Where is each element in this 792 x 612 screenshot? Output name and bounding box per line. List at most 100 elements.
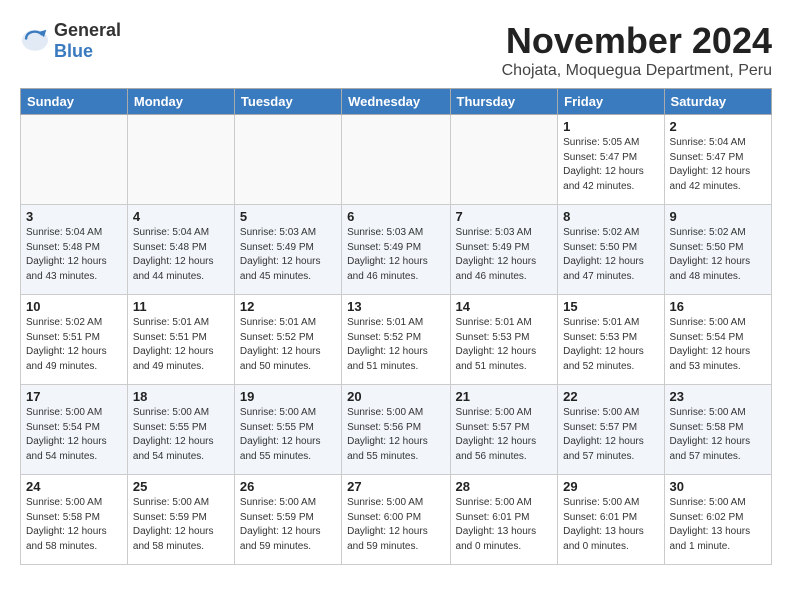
weekday-header-saturday: Saturday (664, 89, 771, 115)
calendar-cell: 1Sunrise: 5:05 AM Sunset: 5:47 PM Daylig… (558, 115, 664, 205)
day-number: 14 (456, 299, 553, 314)
calendar-cell: 23 Sunrise: 5:00 AM Sunset: 5:58 PM Dayli… (664, 385, 771, 475)
calendar-cell: 11 Sunrise: 5:01 AM Sunset: 5:51 PM Dayli… (127, 295, 234, 385)
day-number: 19 (240, 389, 336, 404)
day-number: 28 (456, 479, 553, 494)
day-info: Sunrise: 5:02 AM Sunset: 5:50 PM Dayligh… (563, 226, 658, 284)
calendar-cell: 14 Sunrise: 5:01 AM Sunset: 5:53 PM Dayli… (450, 295, 558, 385)
calendar-cell: 29Sunrise: 5:00 AM Sunset: 6:01 PM Dayli… (558, 475, 664, 565)
logo-blue-text: Blue (54, 41, 93, 61)
day-info: Sunrise: 5:00 AM Sunset: 5:56 PM Dayligh… (347, 406, 444, 464)
calendar-cell: 19Sunrise: 5:00 AM Sunset: 5:55 PM Dayli… (234, 385, 341, 475)
day-info: Sunrise: 5:01 AM Sunset: 5:53 PM Dayligh… (456, 316, 553, 374)
day-number: 11 (133, 299, 229, 314)
calendar-cell: 15 Sunrise: 5:01 AM Sunset: 5:53 PM Dayli… (558, 295, 664, 385)
day-info: Sunrise: 5:00 AM Sunset: 5:58 PM Dayligh… (670, 406, 766, 464)
day-number: 10 (26, 299, 122, 314)
day-info: Sunrise: 5:00 AM Sunset: 6:02 PM Dayligh… (670, 496, 766, 554)
day-number: 21 (456, 389, 553, 404)
day-info: Sunrise: 5:03 AM Sunset: 5:49 PM Dayligh… (347, 226, 444, 284)
calendar-week-row: 1Sunrise: 5:05 AM Sunset: 5:47 PM Daylig… (21, 115, 772, 205)
weekday-header-sunday: Sunday (21, 89, 128, 115)
logo-icon (20, 26, 50, 56)
weekday-header-monday: Monday (127, 89, 234, 115)
calendar-cell: 12 Sunrise: 5:01 AM Sunset: 5:52 PM Dayli… (234, 295, 341, 385)
calendar-cell: 25Sunrise: 5:00 AM Sunset: 5:59 PM Dayli… (127, 475, 234, 565)
day-number: 9 (670, 209, 766, 224)
calendar-cell (127, 115, 234, 205)
calendar-cell: 30 Sunrise: 5:00 AM Sunset: 6:02 PM Dayli… (664, 475, 771, 565)
day-number: 30 (670, 479, 766, 494)
day-info: Sunrise: 5:01 AM Sunset: 5:52 PM Dayligh… (347, 316, 444, 374)
weekday-header-wednesday: Wednesday (342, 89, 450, 115)
day-number: 5 (240, 209, 336, 224)
calendar-cell: 28 Sunrise: 5:00 AM Sunset: 6:01 PM Dayli… (450, 475, 558, 565)
calendar-cell: 20 Sunrise: 5:00 AM Sunset: 5:56 PM Dayli… (342, 385, 450, 475)
calendar-cell (21, 115, 128, 205)
day-number: 22 (563, 389, 658, 404)
calendar-cell: 9 Sunrise: 5:02 AM Sunset: 5:50 PM Daylig… (664, 205, 771, 295)
title-block: November 2024 Chojata, Moquegua Departme… (502, 20, 772, 80)
day-info: Sunrise: 5:00 AM Sunset: 5:55 PM Dayligh… (133, 406, 229, 464)
day-number: 6 (347, 209, 444, 224)
day-number: 20 (347, 389, 444, 404)
calendar-cell: 26 Sunrise: 5:00 AM Sunset: 5:59 PM Dayli… (234, 475, 341, 565)
weekday-header-friday: Friday (558, 89, 664, 115)
weekday-header-thursday: Thursday (450, 89, 558, 115)
day-info: Sunrise: 5:04 AM Sunset: 5:48 PM Dayligh… (26, 226, 122, 284)
calendar-week-row: 10 Sunrise: 5:02 AM Sunset: 5:51 PM Dayli… (21, 295, 772, 385)
calendar-cell: 2Sunrise: 5:04 AM Sunset: 5:47 PM Daylig… (664, 115, 771, 205)
logo: General Blue (20, 20, 121, 62)
day-number: 18 (133, 389, 229, 404)
calendar-table: SundayMondayTuesdayWednesdayThursdayFrid… (20, 88, 772, 565)
day-info: Sunrise: 5:04 AM Sunset: 5:47 PM Dayligh… (670, 136, 766, 194)
day-number: 8 (563, 209, 658, 224)
header: General Blue November 2024 Chojata, Moqu… (20, 20, 772, 80)
day-info: Sunrise: 5:00 AM Sunset: 6:00 PM Dayligh… (347, 496, 444, 554)
day-info: Sunrise: 5:00 AM Sunset: 5:57 PM Dayligh… (563, 406, 658, 464)
day-number: 7 (456, 209, 553, 224)
calendar-cell: 17 Sunrise: 5:00 AM Sunset: 5:54 PM Dayli… (21, 385, 128, 475)
calendar-cell: 13 Sunrise: 5:01 AM Sunset: 5:52 PM Dayli… (342, 295, 450, 385)
day-number: 3 (26, 209, 122, 224)
calendar-cell: 10 Sunrise: 5:02 AM Sunset: 5:51 PM Dayli… (21, 295, 128, 385)
calendar-week-row: 24Sunrise: 5:00 AM Sunset: 5:58 PM Dayli… (21, 475, 772, 565)
calendar-week-row: 3 Sunrise: 5:04 AM Sunset: 5:48 PM Daylig… (21, 205, 772, 295)
calendar-cell: 7 Sunrise: 5:03 AM Sunset: 5:49 PM Daylig… (450, 205, 558, 295)
month-year-title: November 2024 (502, 20, 772, 62)
day-info: Sunrise: 5:02 AM Sunset: 5:51 PM Dayligh… (26, 316, 122, 374)
weekday-header-tuesday: Tuesday (234, 89, 341, 115)
day-number: 17 (26, 389, 122, 404)
calendar-cell: 4Sunrise: 5:04 AM Sunset: 5:48 PM Daylig… (127, 205, 234, 295)
calendar-cell (450, 115, 558, 205)
day-info: Sunrise: 5:00 AM Sunset: 5:54 PM Dayligh… (26, 406, 122, 464)
calendar-cell: 24Sunrise: 5:00 AM Sunset: 5:58 PM Dayli… (21, 475, 128, 565)
calendar-cell: 16Sunrise: 5:00 AM Sunset: 5:54 PM Dayli… (664, 295, 771, 385)
day-info: Sunrise: 5:00 AM Sunset: 5:59 PM Dayligh… (240, 496, 336, 554)
day-number: 1 (563, 119, 658, 134)
calendar-cell: 18 Sunrise: 5:00 AM Sunset: 5:55 PM Dayli… (127, 385, 234, 475)
day-number: 26 (240, 479, 336, 494)
day-info: Sunrise: 5:00 AM Sunset: 6:01 PM Dayligh… (563, 496, 658, 554)
day-number: 25 (133, 479, 229, 494)
location-subtitle: Chojata, Moquegua Department, Peru (502, 62, 772, 80)
day-info: Sunrise: 5:01 AM Sunset: 5:53 PM Dayligh… (563, 316, 658, 374)
day-info: Sunrise: 5:02 AM Sunset: 5:50 PM Dayligh… (670, 226, 766, 284)
calendar-cell: 3 Sunrise: 5:04 AM Sunset: 5:48 PM Daylig… (21, 205, 128, 295)
day-info: Sunrise: 5:01 AM Sunset: 5:52 PM Dayligh… (240, 316, 336, 374)
day-number: 12 (240, 299, 336, 314)
day-info: Sunrise: 5:03 AM Sunset: 5:49 PM Dayligh… (456, 226, 553, 284)
day-number: 15 (563, 299, 658, 314)
calendar-cell: 8 Sunrise: 5:02 AM Sunset: 5:50 PM Daylig… (558, 205, 664, 295)
day-info: Sunrise: 5:00 AM Sunset: 5:58 PM Dayligh… (26, 496, 122, 554)
day-number: 4 (133, 209, 229, 224)
day-info: Sunrise: 5:03 AM Sunset: 5:49 PM Dayligh… (240, 226, 336, 284)
day-info: Sunrise: 5:01 AM Sunset: 5:51 PM Dayligh… (133, 316, 229, 374)
day-number: 27 (347, 479, 444, 494)
day-number: 13 (347, 299, 444, 314)
day-number: 23 (670, 389, 766, 404)
calendar-cell: 5 Sunrise: 5:03 AM Sunset: 5:49 PM Daylig… (234, 205, 341, 295)
calendar-cell (342, 115, 450, 205)
day-info: Sunrise: 5:00 AM Sunset: 6:01 PM Dayligh… (456, 496, 553, 554)
day-info: Sunrise: 5:00 AM Sunset: 5:54 PM Dayligh… (670, 316, 766, 374)
